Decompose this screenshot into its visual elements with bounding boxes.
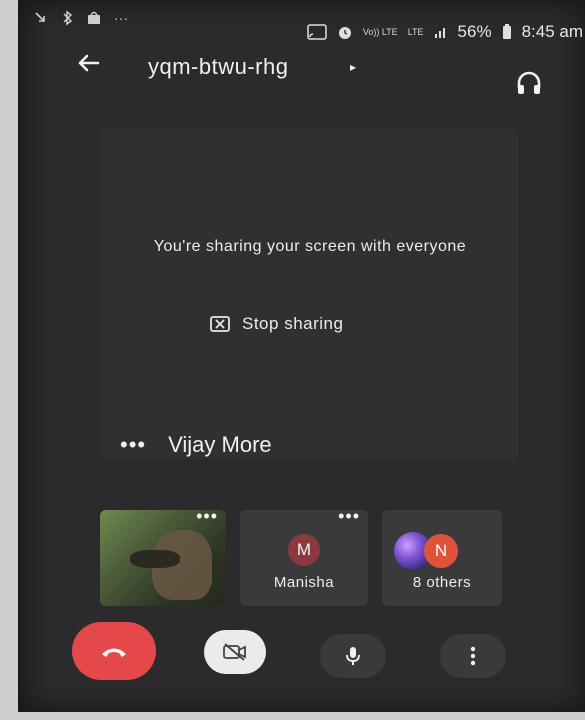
participant-tile-video[interactable]: ••• [100,510,226,606]
phone-screen: ··· Vo)) LTE LTE 56% 8:45 am yqm-btwu-rh… [18,0,585,712]
screen-share-panel: You're sharing your screen with everyone… [100,128,518,458]
microphone-icon [346,647,360,665]
alarm-icon [338,27,351,39]
participant-name: Manisha [273,574,335,591]
battery-percent: 56% [457,22,492,41]
tile-options-icon[interactable]: ••• [196,510,218,527]
video-shadow [130,550,180,568]
audio-output-button[interactable] [514,68,550,104]
status-left-icons: ··· [34,10,128,26]
more-vert-icon [470,646,476,666]
presenter-row: ••• Vijay More [120,432,272,458]
participant-tile-others[interactable]: N 8 others [382,510,502,606]
end-call-button[interactable] [72,622,156,680]
lte-label: LTE [407,26,424,37]
meeting-top-bar: yqm-btwu-rhg ▸ [20,46,585,102]
share-status-message: You're sharing your screen with everyone [153,238,467,255]
status-bar: ··· Vo)) LTE LTE 56% 8:45 am [20,0,585,46]
participant-strip: ••• ••• M Manisha N 8 others [100,506,520,606]
more-options-button[interactable] [440,634,506,678]
back-button[interactable] [70,48,106,84]
headphones-icon [517,71,541,94]
presenter-options-icon[interactable]: ••• [120,432,146,458]
more-notifications-icon: ··· [114,10,128,26]
tile-options-icon[interactable]: ••• [338,506,360,527]
participant-tile-manisha[interactable]: ••• M Manisha [240,506,368,606]
meeting-code[interactable]: yqm-btwu-rhg [148,54,288,80]
battery-icon [502,24,511,39]
bluetooth-icon [63,10,73,26]
avatar: M [288,534,320,566]
shopping-bag-icon [88,11,100,24]
volte-label: Vo)) LTE [362,26,398,37]
signal-icon [434,28,445,38]
meeting-details-caret-icon[interactable]: ▸ [350,60,356,74]
stop-sharing-label: Stop sharing [242,314,344,333]
stop-sharing-button[interactable]: Stop sharing [210,314,343,334]
call-controls [20,612,585,692]
camera-off-icon [223,643,246,661]
phone-hangup-icon [102,648,126,657]
avatar: N [424,534,458,568]
presenter-name: Vijay More [168,432,272,457]
status-right-icons: Vo)) LTE LTE 56% 8:45 am [307,22,583,42]
stop-share-icon [210,316,230,332]
back-arrow-icon [78,54,100,72]
clock: 8:45 am [521,22,583,41]
camera-toggle-button[interactable] [204,630,266,674]
cast-icon [307,24,327,40]
microphone-toggle-button[interactable] [320,634,386,678]
participant-name: 8 others [412,574,472,591]
missed-call-icon [35,12,45,22]
